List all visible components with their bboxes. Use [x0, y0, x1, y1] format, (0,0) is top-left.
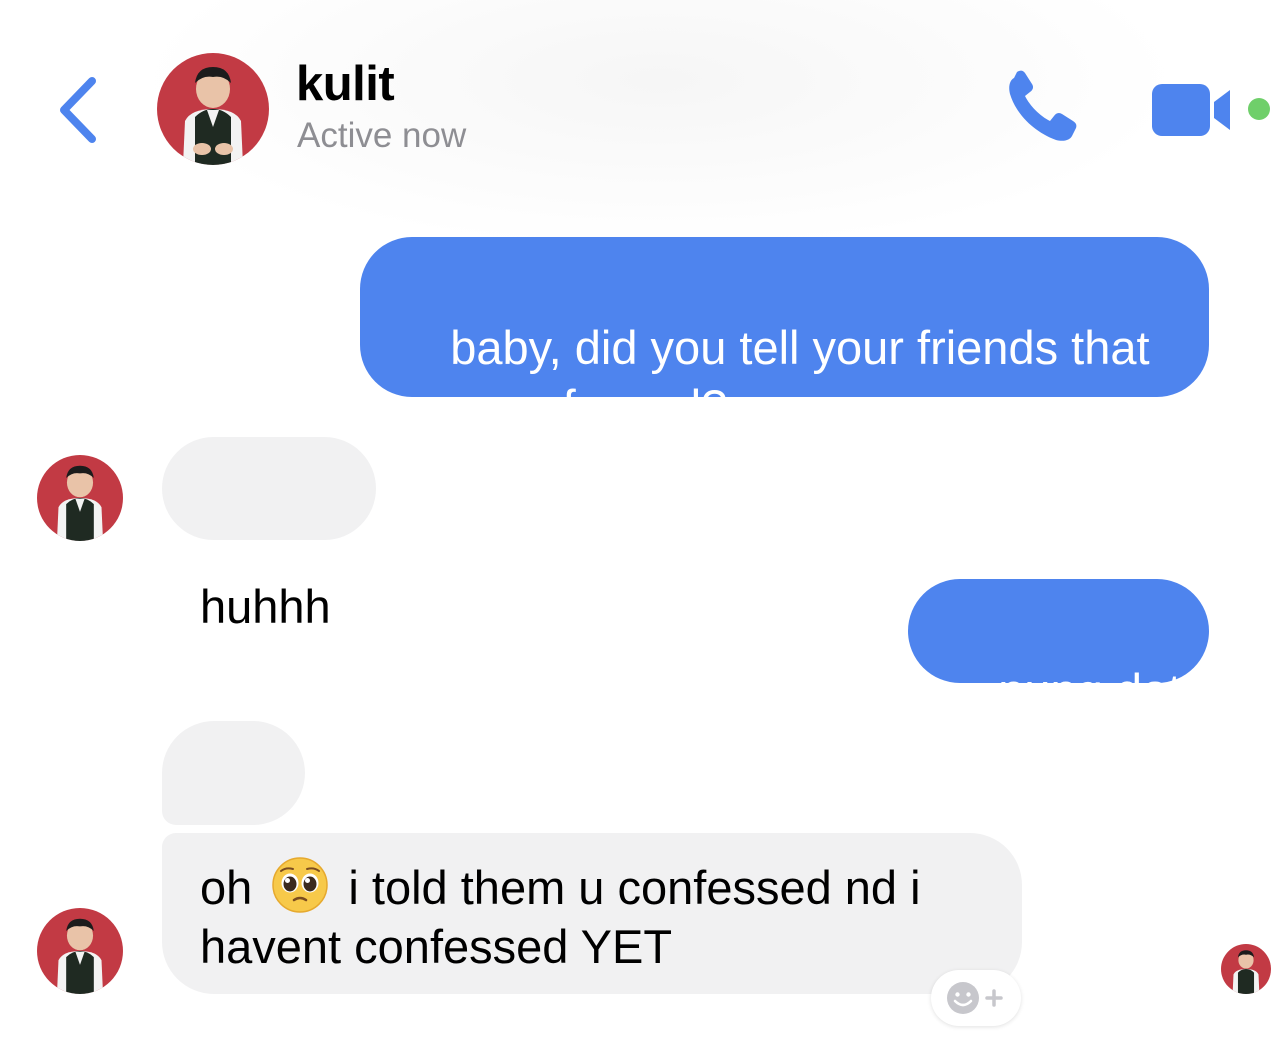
online-indicator — [1248, 98, 1270, 120]
video-call-button[interactable] — [1148, 76, 1238, 140]
audio-call-button[interactable] — [1000, 70, 1090, 150]
chat-header: kulit Active now — [0, 0, 1284, 200]
message-text: huhhh — [200, 580, 331, 633]
received-message[interactable]: oh i told them u confessed nd i havent c… — [162, 833, 1022, 994]
phone-icon — [1009, 70, 1077, 141]
chat-screen: kulit Active now baby, did you tell your… — [0, 0, 1284, 1054]
video-camera-icon — [1152, 84, 1230, 136]
contact-avatar[interactable] — [157, 53, 269, 165]
sent-message[interactable]: nung date — [908, 579, 1209, 717]
contact-name[interactable]: kulit — [296, 56, 395, 112]
received-message[interactable]: huhhh — [162, 437, 376, 633]
chevron-left-icon — [60, 77, 96, 143]
sender-avatar[interactable] — [37, 908, 123, 994]
pleading-face-emoji — [272, 857, 329, 913]
received-message[interactable]: AH — [162, 721, 305, 918]
sent-message[interactable]: baby, did you tell your friends that you… — [360, 237, 1209, 433]
active-status: Active now — [297, 116, 467, 155]
add-reaction-icon — [947, 982, 1003, 1014]
back-button[interactable] — [48, 70, 108, 150]
read-receipt-avatar — [1221, 944, 1271, 994]
add-reaction-button[interactable] — [931, 970, 1021, 1026]
message-text: oh — [200, 861, 253, 914]
message-text: nung date — [998, 664, 1208, 717]
message-text: baby, did you tell your friends that you… — [398, 321, 1163, 433]
sender-avatar[interactable] — [37, 455, 123, 541]
